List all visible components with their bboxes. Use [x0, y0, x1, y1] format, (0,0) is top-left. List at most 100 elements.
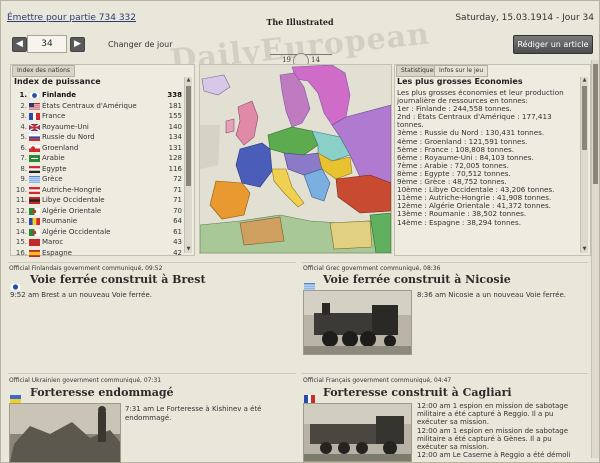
- article-4-text-line: 12:00 am 1 espion en mission de sabotage: [417, 426, 569, 435]
- article-1-text: 9:52 am Brest a un nouveau Voie ferrée.: [10, 291, 152, 299]
- article-1-source: Official Finlandais government communiqu…: [9, 265, 163, 272]
- article-2-text: 8:36 am Nicosie a un nouveau Voie ferrée…: [417, 291, 566, 299]
- nation-name: Roumanie: [42, 217, 78, 225]
- locomotive-image: [304, 291, 411, 354]
- day-input[interactable]: 34: [27, 35, 67, 53]
- divider: [302, 262, 588, 263]
- train-photo-2: [303, 403, 412, 462]
- article-2-source: Official Grec government communiqué, 08:…: [303, 265, 441, 272]
- nation-row[interactable]: 6. Groenland 131: [14, 143, 182, 154]
- article-3-text-line: endommagé.: [125, 413, 172, 422]
- nation-rank: 8.: [20, 164, 27, 173]
- scroll-down-icon[interactable]: ▼: [185, 246, 192, 253]
- article-4-text-line: 12:00 am Le Caserne à Reggio a été démol…: [417, 451, 571, 460]
- article-2-headline[interactable]: Voie ferrée construit à Nicosie: [323, 273, 511, 286]
- econ-scroll-up-icon[interactable]: ▲: [581, 77, 588, 84]
- nation-score: 64: [173, 217, 182, 225]
- prev-day-button[interactable]: ◀: [12, 37, 27, 52]
- nation-name: Algérie Orientale: [42, 206, 102, 215]
- nation-rank: 4.: [20, 122, 27, 131]
- nation-name: Espagne: [42, 248, 72, 257]
- romania-flag-icon: [29, 218, 40, 225]
- libya-flag-icon: [29, 197, 40, 204]
- nation-name: Arabie: [42, 154, 65, 162]
- article-4-text-line: exécuter sa mission.: [417, 443, 489, 452]
- nation-score: 181: [168, 101, 182, 110]
- nation-score: 71: [173, 185, 182, 194]
- article-3-headline[interactable]: Forteresse endommagé: [30, 386, 174, 399]
- tab-game-info[interactable]: Infos sur le jeu: [434, 65, 489, 77]
- nation-name: Autriche-Hongrie: [42, 185, 102, 194]
- economies-scroll-thumb[interactable]: [582, 86, 587, 150]
- economies-text: Les plus grosses économies et leur produ…: [397, 88, 575, 227]
- greenland-flag-icon: [29, 144, 40, 152]
- nation-name: Royaume-Uni: [42, 122, 89, 131]
- nation-score: 116: [168, 164, 182, 173]
- scroll-up-icon[interactable]: ▲: [185, 77, 192, 84]
- economy-line: 14ème : Espagne : 38,294 tonnes.: [397, 217, 521, 227]
- train-photo: [303, 290, 412, 355]
- nation-row[interactable]: 7. Arabie 128: [14, 153, 182, 164]
- finland-flag-icon: [9, 276, 22, 292]
- nation-row[interactable]: 8. Egypte 116: [14, 164, 182, 175]
- nation-row[interactable]: 16. Espagne 42: [14, 248, 182, 259]
- france-flag-icon: [304, 388, 315, 403]
- nation-row[interactable]: 2. États Centraux d'Amérique 181: [14, 101, 182, 112]
- nation-rank: 2.: [20, 101, 27, 110]
- nation-name: France: [42, 112, 66, 120]
- nation-row[interactable]: 3. France 155: [14, 111, 182, 122]
- article-4-text-line: militaire a été capturé à Reggio. Il a p…: [417, 410, 554, 419]
- divider: [8, 373, 296, 374]
- next-day-button[interactable]: ▶: [70, 37, 85, 52]
- nation-scroll-thumb[interactable]: [186, 86, 191, 186]
- economies-scrollbar[interactable]: ▲ ▼: [580, 77, 588, 253]
- article-4-text-line: exécuter sa mission.: [417, 418, 489, 427]
- tab-nation-index[interactable]: Index des nations: [12, 65, 76, 77]
- nation-list: 1. Finlande 338 2. États Centraux d'Amérique…: [14, 90, 182, 258]
- nation-row[interactable]: 5. Russie du Nord 134: [14, 132, 182, 143]
- nation-rank: 14.: [15, 227, 27, 236]
- austria-flag-icon: [29, 186, 40, 194]
- nation-name: Maroc: [42, 238, 64, 246]
- nation-row[interactable]: 9. Grèce 72: [14, 174, 182, 185]
- nation-rank: 12.: [15, 206, 27, 215]
- nation-score: 72: [173, 175, 182, 183]
- algeria-flag-icon: [29, 207, 40, 215]
- nation-row[interactable]: 11. Libye Occidentale 71: [14, 195, 182, 206]
- page-scrollbar[interactable]: [591, 60, 599, 458]
- nation-row[interactable]: 13. Roumanie 64: [14, 216, 182, 227]
- nation-row[interactable]: 1. Finlande 338: [14, 90, 182, 101]
- nation-name: Egypte: [42, 164, 67, 173]
- fortress-photo: [9, 403, 121, 463]
- ukraine-flag-icon: [10, 388, 21, 403]
- nation-row[interactable]: 10. Autriche-Hongrie 71: [14, 185, 182, 196]
- greece-flag-icon: [304, 276, 315, 291]
- chevron-left-icon: ◀: [16, 39, 23, 49]
- train-station-image: [304, 404, 411, 461]
- nation-rank: 15.: [15, 238, 27, 246]
- nation-row[interactable]: 12. Algérie Orientale 70: [14, 206, 182, 217]
- page-scroll-thumb[interactable]: [593, 64, 598, 184]
- finland-flag-icon: [28, 91, 41, 100]
- article-4-text: 12:00 am 1 espion en mission de sabotage…: [417, 402, 570, 459]
- nation-row[interactable]: 14. Algérie Occidentale 61: [14, 227, 182, 238]
- nation-rank: 3.: [20, 112, 27, 120]
- write-article-button[interactable]: Rédiger un article: [513, 35, 593, 54]
- nation-score: 61: [173, 227, 182, 236]
- change-day-link[interactable]: Changer de jour: [108, 40, 172, 49]
- nation-name: Groenland: [42, 143, 79, 152]
- article-1-headline[interactable]: Voie ferrée construit à Brest: [30, 273, 206, 286]
- nation-score: 134: [168, 133, 182, 141]
- nation-name: Libye Occidentale: [42, 196, 105, 204]
- article-4-headline[interactable]: Forteresse construit à Cagliari: [323, 386, 512, 399]
- nation-scrollbar[interactable]: ▲ ▼: [184, 77, 192, 253]
- nation-rank: 13.: [15, 217, 27, 225]
- nation-rank: 1.: [19, 91, 27, 99]
- masthead-year-right: 14: [311, 56, 320, 64]
- europe-map[interactable]: [199, 64, 392, 254]
- econ-scroll-down-icon[interactable]: ▼: [581, 246, 588, 253]
- morocco-flag-icon: [29, 239, 40, 246]
- spain-flag-icon: [29, 249, 40, 257]
- nation-row[interactable]: 4. Royaume-Uni 140: [14, 122, 182, 133]
- nation-row[interactable]: 15. Maroc 43: [14, 237, 182, 248]
